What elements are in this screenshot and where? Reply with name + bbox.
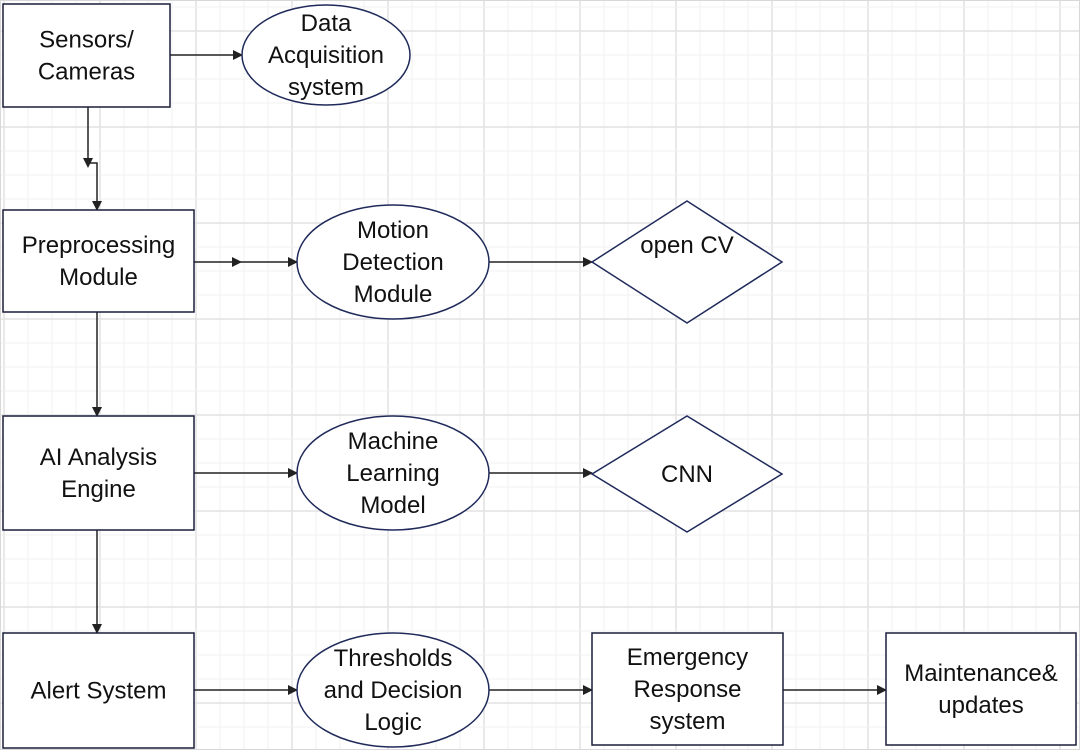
node-label: Data: [301, 10, 352, 37]
node-label: Sensors/: [39, 27, 134, 54]
node-label: Alert System: [30, 678, 166, 705]
node-maintenance[interactable]: Maintenance&updates: [885, 632, 1077, 746]
node-label: Maintenance&: [904, 660, 1057, 687]
node-emergency[interactable]: Emergency Response system: [591, 632, 784, 746]
node-ml-model[interactable]: Machine Learning Model: [296, 415, 490, 531]
node-label: Machine: [348, 428, 439, 455]
arrowhead-icon: [232, 257, 242, 267]
rectangle-shape: [885, 632, 1077, 746]
node-label: Motion: [357, 217, 429, 244]
diagram-canvas: Sensors/Cameras Data Acquisition system Prep…: [0, 0, 1080, 750]
node-data-acquisition[interactable]: Data Acquisition system: [241, 4, 411, 106]
rectangle-shape: [2, 415, 195, 531]
node-label: Model: [360, 492, 425, 519]
node-label: Emergency: [627, 644, 748, 671]
rectangle-shape: [2, 3, 171, 108]
node-label: system: [649, 708, 725, 735]
node-cnn[interactable]: CNN: [590, 415, 784, 533]
node-ai-engine[interactable]: AI Analysis Engine: [2, 415, 195, 531]
node-label: Module: [354, 281, 433, 308]
node-label: AI Analysis: [40, 444, 157, 471]
node-label: Preprocessing: [22, 232, 175, 259]
node-preprocessing[interactable]: Preprocessing Module: [2, 209, 195, 313]
nodes: Sensors/Cameras Data Acquisition system Prep…: [2, 3, 1077, 749]
node-motion-detection[interactable]: Motion Detection Module: [296, 204, 490, 320]
node-label: Acquisition: [268, 42, 384, 69]
node-label: Detection: [342, 249, 443, 276]
diamond-shape: [590, 200, 784, 324]
node-label: Logic: [364, 709, 421, 736]
node-label: and Decision: [324, 677, 463, 704]
node-label: Thresholds: [334, 645, 453, 672]
node-label: CNN: [661, 461, 713, 488]
node-sensors[interactable]: Sensors/Cameras: [2, 3, 171, 108]
node-label: Learning: [346, 460, 439, 487]
flowchart: Sensors/Cameras Data Acquisition system Prep…: [0, 0, 1080, 750]
node-thresholds[interactable]: Thresholds and Decision Logic: [296, 632, 490, 748]
node-label: Response: [633, 676, 741, 703]
node-label: Cameras: [38, 59, 135, 86]
node-label: Module: [59, 264, 138, 291]
node-label: system: [288, 74, 364, 101]
node-alert[interactable]: Alert System: [2, 632, 195, 749]
node-label: open CV: [640, 232, 733, 259]
node-opencv[interactable]: open CV: [590, 200, 784, 324]
node-label: updates: [938, 692, 1023, 719]
node-label: Engine: [61, 476, 136, 503]
rectangle-shape: [2, 209, 195, 313]
